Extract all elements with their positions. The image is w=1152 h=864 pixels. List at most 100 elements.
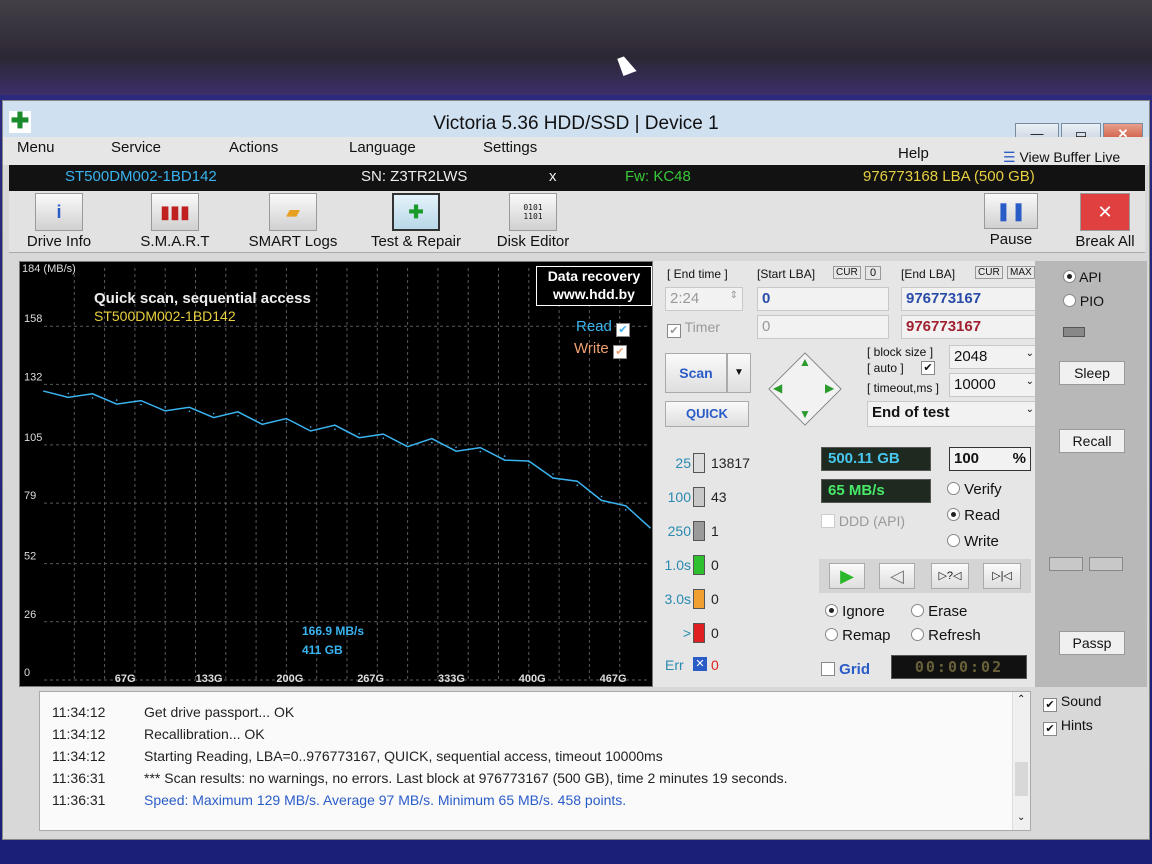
menu-menu[interactable]: Menu [17,139,55,156]
start-lba-2-input[interactable]: 0 [757,315,889,339]
view-buffer-live[interactable]: ☰ View Buffer Live [1003,149,1120,166]
x-tick-label: 200G [276,673,303,685]
write-label: Write [964,533,999,550]
tab-test-repair[interactable]: ✚ Test & Repair [359,191,473,251]
y-tick-label: 105 [24,432,42,444]
break-all-button[interactable]: ✕ Break All [1069,191,1141,251]
stat-label: 1.0s [664,557,691,573]
api-radio[interactable]: API [1063,269,1102,285]
ignore-label: Ignore [842,603,885,620]
drive-close-x[interactable]: x [549,168,557,185]
read-speed-line [43,390,651,529]
log-scrollbar[interactable]: ⌃ ⌄ [1012,692,1030,830]
scroll-thumb[interactable] [1015,762,1028,796]
menu-settings[interactable]: Settings [483,139,537,156]
pio-radio[interactable]: PIO [1063,293,1104,309]
write-radio[interactable]: Write [947,533,999,550]
arrow-up-icon[interactable]: ▲ [799,355,811,369]
pause-button[interactable]: ❚❚ Pause [979,191,1043,251]
grid-label: Grid [839,661,871,678]
tab-disk-editor[interactable]: 0101 1101 Disk Editor [485,191,581,251]
menu-service[interactable]: Service [111,139,161,156]
read-radio[interactable]: Read [947,507,1000,524]
timer-checkbox[interactable]: ✔ [667,324,681,338]
sleep-button[interactable]: Sleep [1059,361,1125,385]
skip-end-icon[interactable]: ▷|◁ [983,563,1021,589]
verify-radio[interactable]: Verify [947,481,1002,498]
direction-pad[interactable]: ▲ ▼ ◀ ▶ [765,349,845,429]
menu-help[interactable]: Help [898,145,929,162]
scan-button[interactable]: Scan [665,353,727,393]
skip-unknown-icon[interactable]: ▷?◁ [931,563,969,589]
drive-info-bar: ST500DM002-1BD142 SN: Z3TR2LWS x Fw: KC4… [9,165,1145,191]
read-speed-point [552,473,554,475]
read-speed-point [164,406,166,408]
scroll-up-icon[interactable]: ⌃ [1017,694,1025,705]
scan-dropdown-icon[interactable]: ▼ [727,353,751,393]
end-cur-button[interactable]: CUR [975,266,1003,279]
stat-row: 100 43 [653,487,813,511]
progress-value: 100 [954,450,980,467]
read-speed-point [212,412,215,415]
tab-smart-logs[interactable]: ▰ SMART Logs [239,191,347,251]
read-speed-point [600,495,603,498]
timeout-select[interactable]: 10000 ⌄ [949,373,1039,397]
end-max-button[interactable]: MAX [1007,266,1035,279]
quick-button[interactable]: QUICK [665,401,749,427]
tab-drive-info[interactable]: i Drive Info [15,191,103,251]
read-speed-point [406,441,409,444]
drive-model[interactable]: ST500DM002-1BD142 [65,168,217,185]
tab-smart[interactable]: ▮▮▮ S.M.A.R.T [127,191,223,251]
play-icon[interactable]: ▶ [829,563,865,589]
arrow-left-icon[interactable]: ◀ [773,381,782,395]
write-legend[interactable]: Write ✔ [574,340,627,359]
start-lba-input[interactable]: 0 [757,287,889,311]
timer-toggle[interactable]: ✔ Timer [667,319,720,338]
auto-checkbox[interactable]: ✔ [921,361,935,375]
scroll-down-icon[interactable]: ⌄ [1017,812,1025,823]
wr-indicator[interactable] [1049,557,1083,571]
remap-radio[interactable]: Remap [825,627,891,644]
tab-smart-logs-label: SMART Logs [248,233,338,250]
sound-toggle[interactable]: ✔ Sound [1043,693,1101,712]
rewind-icon[interactable]: ◁ [879,563,915,589]
chevron-down-icon: ⌄ [1025,404,1034,415]
hints-toggle[interactable]: ✔ Hints [1043,717,1093,736]
sound-checkbox[interactable]: ✔ [1043,698,1057,712]
start-cur-button[interactable]: CUR [833,266,861,279]
read-legend[interactable]: Read ✔ [576,318,631,337]
ddd-checkbox[interactable] [821,514,835,528]
arrow-down-icon[interactable]: ▼ [799,407,811,421]
menu-language[interactable]: Language [349,139,416,156]
grid-toggle[interactable]: Grid [821,661,870,678]
start-zero-button[interactable]: 0 [865,266,882,280]
data-recovery-ad[interactable]: Data recovery www.hdd.by [536,266,652,306]
grid-checkbox[interactable] [821,662,835,676]
ignore-radio[interactable]: Ignore [825,603,885,620]
erase-radio[interactable]: Erase [911,603,967,620]
rd-indicator[interactable] [1089,557,1123,571]
passp-button[interactable]: Passp [1059,631,1125,655]
end-of-test-select[interactable]: End of test ⌄ [867,401,1039,427]
read-checkbox[interactable]: ✔ [616,323,631,337]
recall-button[interactable]: Recall [1059,429,1125,453]
end-lba-2-input[interactable]: 976773167 [901,315,1039,339]
binary-icon: 0101 1101 [509,193,557,231]
stat-label: > [682,625,691,641]
ddd-api-toggle[interactable]: DDD (API) [821,513,905,529]
test-controls: [ End time ] [Start LBA] CUR 0 [End LBA]… [653,261,1039,687]
list-icon: ☰ [1003,149,1020,165]
end-time-input[interactable]: 2:24 ⇕ [665,287,743,311]
y-tick-label: 0 [24,667,30,679]
percent-sign: % [1012,450,1026,467]
refresh-radio[interactable]: Refresh [911,627,981,644]
menu-actions[interactable]: Actions [229,139,278,156]
y-tick-label: 158 [24,313,42,325]
block-size-select[interactable]: 2048 ⌄ [949,345,1039,369]
write-checkbox[interactable]: ✔ [612,345,627,359]
end-lba-input[interactable]: 976773167 [901,287,1039,311]
hints-checkbox[interactable]: ✔ [1043,722,1057,736]
read-speed-point [188,410,191,413]
arrow-right-icon[interactable]: ▶ [825,381,834,395]
event-log: 11:34:12 Get drive passport... OK 11:34:12… [39,691,1031,831]
